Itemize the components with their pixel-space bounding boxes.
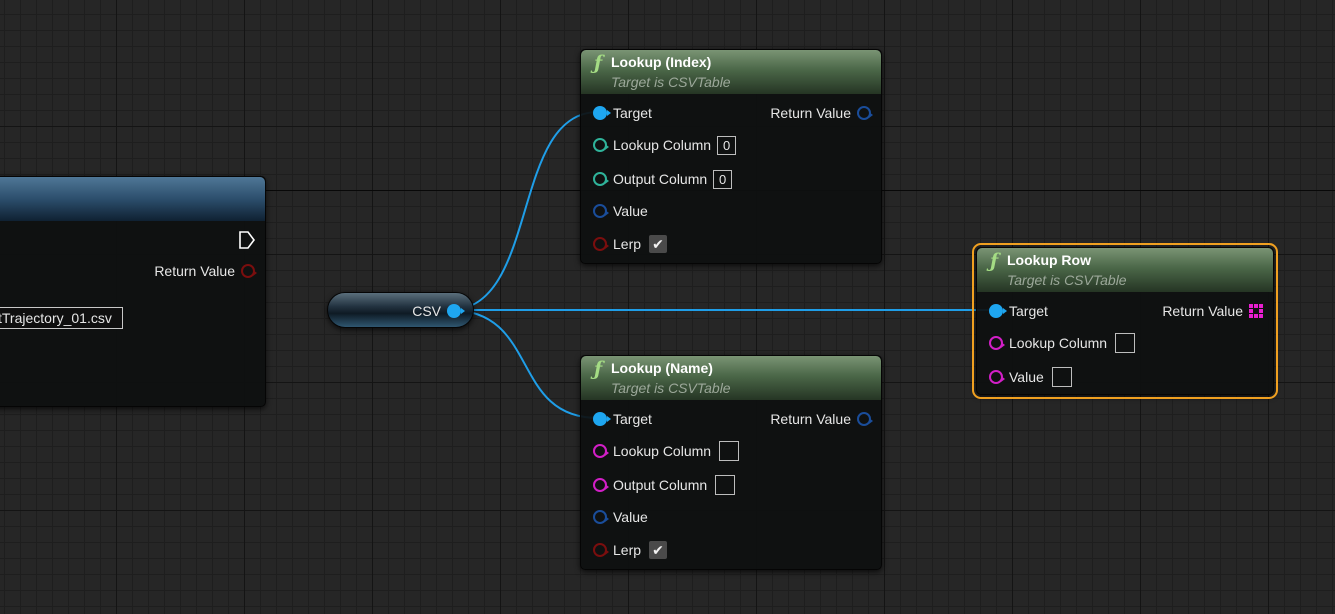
output-column-label: Output Column: [613, 477, 708, 493]
lookup-column-pin-icon[interactable]: [593, 444, 609, 458]
lerp-label: Lerp: [613, 542, 642, 558]
value-label: Value: [613, 203, 648, 219]
lookup-row-header: ƒ Lookup Row Target is CSVTable: [977, 248, 1273, 292]
lookup-row-title: Lookup Row: [1007, 252, 1091, 268]
lerp-row: Lerp ✔: [593, 233, 668, 255]
lookup-name-header: ƒ Lookup (Name) Target is CSVTable: [581, 356, 881, 400]
target-row: Target: [989, 300, 1048, 322]
lookup-index-node[interactable]: ƒ Lookup (Index) Target is CSVTable Targ…: [580, 49, 882, 264]
load-csv-node-header: [0, 177, 265, 221]
output-column-row: Output Column: [593, 474, 736, 496]
csv-output-row: CSV: [412, 300, 465, 322]
lerp-pin-icon[interactable]: [593, 543, 609, 557]
lookup-column-row: Lookup Column: [593, 440, 740, 462]
lerp-row: Lerp ✔: [593, 539, 668, 561]
target-pin-icon[interactable]: [593, 412, 611, 426]
value-row: Value: [593, 200, 648, 222]
return-value-label: Return Value: [770, 411, 851, 427]
wire-csv-to-lookup-index: [449, 111, 599, 311]
csv-output-pin-icon[interactable]: [447, 304, 465, 318]
return-value-row: Return Value: [1162, 300, 1263, 322]
value-pin-icon[interactable]: [989, 370, 1005, 384]
output-column-pin-icon[interactable]: [593, 478, 609, 492]
lerp-pin-icon[interactable]: [593, 237, 609, 251]
lerp-label: Lerp: [613, 236, 642, 252]
lookup-index-title: Lookup (Index): [611, 54, 712, 70]
array-grid-icon[interactable]: [1249, 304, 1263, 318]
lookup-row-subtitle: Target is CSVTable: [1007, 272, 1127, 288]
function-icon: ƒ: [990, 250, 999, 272]
value-label: Value: [1009, 369, 1044, 385]
lookup-name-title: Lookup (Name): [611, 360, 713, 376]
return-value-row: Return Value: [770, 102, 873, 124]
function-icon: ƒ: [594, 358, 603, 380]
lerp-checkbox[interactable]: ✔: [649, 541, 668, 559]
lerp-checkbox[interactable]: ✔: [649, 235, 668, 253]
value-pin-icon[interactable]: [593, 510, 609, 524]
target-label: Target: [613, 411, 652, 427]
return-value-label: Return Value: [770, 105, 851, 121]
output-column-pin-icon[interactable]: [593, 172, 609, 186]
lookup-column-row: Lookup Column 0: [593, 134, 737, 156]
output-column-input[interactable]: 0: [713, 169, 733, 189]
lookup-column-label: Lookup Column: [613, 137, 712, 153]
lookup-column-pin-icon[interactable]: [989, 336, 1005, 350]
target-pin-icon[interactable]: [989, 304, 1007, 318]
output-column-input[interactable]: [715, 475, 736, 495]
csv-variable-node[interactable]: CSV: [327, 292, 474, 328]
lookup-column-pin-icon[interactable]: [593, 138, 609, 152]
target-row: Target: [593, 102, 652, 124]
value-pin-icon[interactable]: [593, 204, 609, 218]
return-value-label: Return Value: [1162, 303, 1243, 319]
lookup-name-node[interactable]: ƒ Lookup (Name) Target is CSVTable Targe…: [580, 355, 882, 570]
output-column-label: Output Column: [613, 171, 708, 187]
wire-csv-to-lookup-name: [449, 309, 599, 419]
target-label: Target: [1009, 303, 1048, 319]
lookup-name-subtitle: Target is CSVTable: [611, 380, 731, 396]
lookup-column-label: Lookup Column: [613, 443, 712, 459]
exec-pin-icon[interactable]: [239, 231, 255, 249]
value-row: Value: [593, 506, 648, 528]
return-value-row: Return Value: [770, 408, 873, 430]
output-column-row: Output Column 0: [593, 168, 733, 190]
lookup-index-subtitle: Target is CSVTable: [611, 74, 731, 90]
file-path-field[interactable]: tTrajectory_01.csv: [0, 307, 123, 329]
value-label: Value: [613, 509, 648, 525]
lookup-column-input[interactable]: 0: [717, 135, 737, 155]
lookup-index-header: ƒ Lookup (Index) Target is CSVTable: [581, 50, 881, 94]
value-row: Value: [989, 366, 1072, 388]
target-row: Target: [593, 408, 652, 430]
return-value-pin-icon[interactable]: [241, 264, 257, 278]
lookup-column-label: Lookup Column: [1009, 335, 1108, 351]
return-value-pin-icon[interactable]: [857, 412, 873, 426]
function-icon: ƒ: [594, 52, 603, 74]
lookup-row-node[interactable]: ƒ Lookup Row Target is CSVTable Target R…: [972, 243, 1278, 399]
lookup-column-row: Lookup Column: [989, 332, 1136, 354]
lookup-column-input[interactable]: [719, 441, 740, 461]
target-pin-icon[interactable]: [593, 106, 611, 120]
return-value-pin-icon[interactable]: [857, 106, 873, 120]
lookup-column-input[interactable]: [1115, 333, 1136, 353]
load-csv-node[interactable]: Return Value tTrajectory_01.csv: [0, 176, 266, 407]
csv-label: CSV: [412, 303, 441, 319]
target-label: Target: [613, 105, 652, 121]
value-input[interactable]: [1051, 367, 1072, 387]
return-value-row: Return Value: [154, 260, 257, 282]
return-value-label: Return Value: [154, 263, 235, 279]
